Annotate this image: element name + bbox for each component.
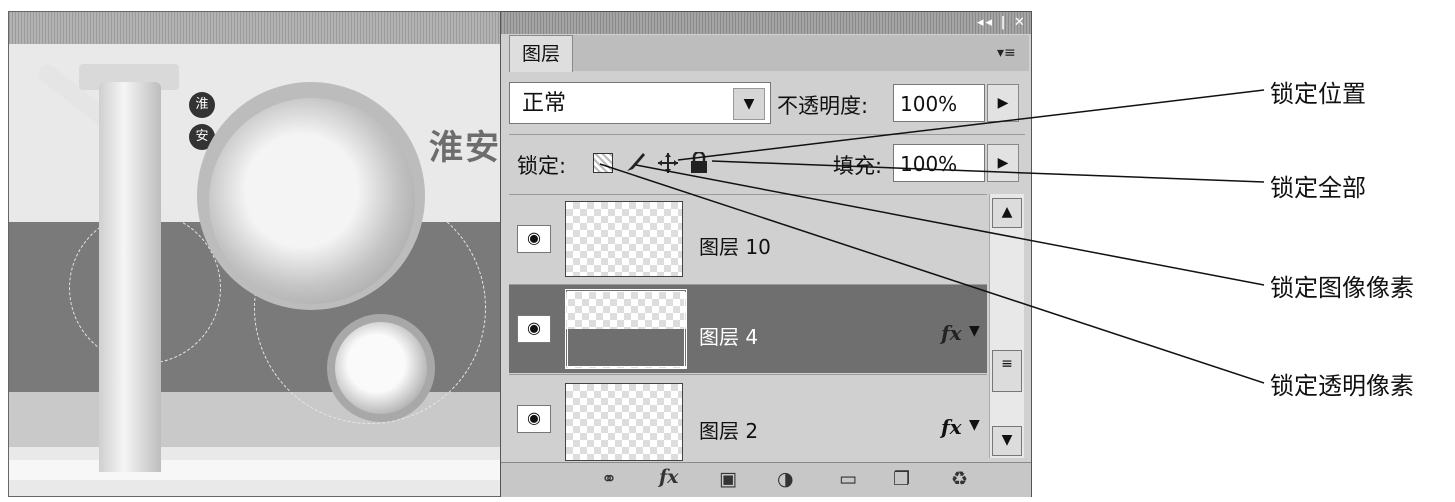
leader-line-lock-image-pixels xyxy=(635,164,1265,286)
leader-line-lock-transparent-pixels xyxy=(599,163,1265,384)
annotation-lock-image-pixels: 锁定图像像素 xyxy=(1270,274,1414,302)
annotation-lock-position: 锁定位置 xyxy=(1270,80,1366,108)
annotation-lock-transparent-pixels: 锁定透明像素 xyxy=(1270,372,1414,400)
annotation-leader-lines xyxy=(599,89,1265,384)
leader-line-lock-position xyxy=(677,89,1265,161)
annotation-lock-all: 锁定全部 xyxy=(1270,174,1366,202)
leader-line-lock-all xyxy=(711,160,1265,183)
